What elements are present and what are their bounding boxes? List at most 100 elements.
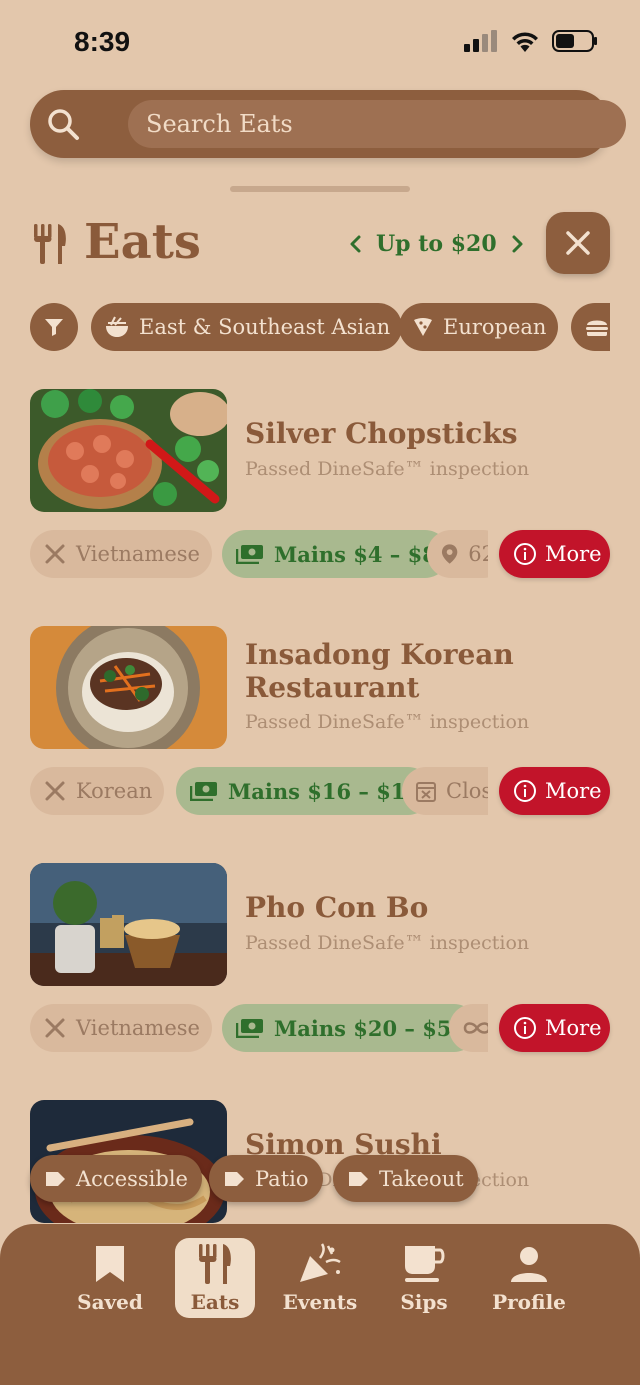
tag-icon	[349, 1171, 368, 1186]
feature-tag-accessible[interactable]: Accessible	[30, 1155, 202, 1202]
feature-tag-label: Patio	[255, 1166, 309, 1191]
location-label: 62	[468, 542, 488, 566]
more-button[interactable]: More	[499, 530, 610, 578]
chip-label: European	[443, 315, 547, 339]
feature-tag-takeout[interactable]: Takeout	[333, 1155, 478, 1202]
burger-icon	[586, 320, 608, 336]
cuisine-tag: Vietnamese	[30, 530, 212, 578]
tab-label: Eats	[190, 1290, 240, 1314]
search-input[interactable]: Search Eats	[128, 100, 626, 148]
restaurant-tags: Vietnamese Mains $20 – $50	[30, 1004, 488, 1052]
feature-tags: Accessible Patio Takeout	[30, 1155, 510, 1203]
money-icon	[236, 1019, 263, 1038]
utensils-icon	[34, 224, 66, 264]
price-filter[interactable]: Up to $20	[348, 226, 525, 262]
more-button[interactable]: More	[499, 767, 610, 815]
fork-knife-icon	[45, 544, 65, 564]
page-title: Eats	[84, 214, 201, 270]
tab-eats[interactable]: Eats	[175, 1238, 255, 1318]
bookmark-icon	[96, 1246, 124, 1282]
pizza-icon	[414, 318, 432, 336]
utensils-icon	[199, 1244, 231, 1284]
close-button[interactable]	[546, 212, 610, 274]
cuisine-tag: Vietnamese	[30, 1004, 212, 1052]
money-icon	[236, 545, 263, 564]
restaurant-card[interactable]: Pho Con Bo Passed DineSafe™ inspection V…	[30, 863, 610, 1063]
tab-label: Saved	[77, 1290, 143, 1314]
filter-icon	[45, 319, 63, 336]
tab-label: Profile	[492, 1290, 566, 1314]
more-label: More	[545, 779, 602, 803]
tag-icon	[225, 1171, 244, 1186]
sheet-grabber[interactable]	[230, 186, 410, 192]
tab-bar: Saved Eats Events Sips Profile	[0, 1224, 640, 1385]
person-icon	[511, 1247, 547, 1282]
chip-burgers[interactable]	[571, 303, 610, 351]
restaurant-card[interactable]: Silver Chopsticks Passed DineSafe™ inspe…	[30, 389, 610, 589]
tag-icon	[46, 1171, 65, 1186]
inspection-status: Passed DineSafe™ inspection	[245, 932, 530, 954]
tab-label: Events	[282, 1290, 358, 1314]
restaurant-photo	[30, 626, 227, 749]
price-label: Mains $4 – $8	[274, 541, 437, 567]
cuisine-tag: Korean	[30, 767, 165, 815]
calendar-x-icon	[416, 782, 436, 802]
restaurant-photo	[30, 389, 227, 512]
hours-label: Clos	[446, 779, 488, 803]
price-label: Mains $20 – $50	[274, 1015, 467, 1041]
price-label: Mains $16 – $18	[228, 778, 421, 804]
more-button[interactable]: More	[499, 1004, 610, 1052]
party-popper-icon	[300, 1243, 341, 1282]
more-label: More	[545, 542, 602, 566]
filter-chips: East & Southeast Asian European	[30, 303, 610, 351]
status-time: 8:39	[74, 26, 131, 57]
chip-east-southeast-asian[interactable]: East & Southeast Asian	[91, 303, 403, 351]
noodle-bowl-icon	[106, 316, 128, 337]
chevron-right-icon[interactable]	[511, 234, 525, 254]
wifi-icon	[512, 32, 538, 52]
fork-knife-icon	[45, 781, 65, 801]
tab-sips[interactable]: Sips	[379, 1238, 469, 1318]
status-bar: 8:39	[0, 0, 640, 80]
signal-icon	[464, 30, 497, 52]
chevron-left-icon[interactable]	[348, 234, 362, 254]
restaurant-card[interactable]: Insadong Korean Restaurant Passed DineSa…	[30, 626, 610, 826]
search-icon[interactable]	[46, 107, 80, 141]
cuisine-label: Korean	[76, 779, 153, 803]
price-tag: Mains $4 – $8	[222, 530, 449, 578]
feature-tag-patio[interactable]: Patio	[209, 1155, 323, 1202]
inspection-status: Passed DineSafe™ inspection	[245, 458, 530, 480]
coffee-cup-icon	[405, 1246, 445, 1282]
restaurant-tags: Vietnamese Mains $4 – $8 62	[30, 530, 488, 578]
feature-tag-label: Accessible	[76, 1166, 188, 1191]
more-label: More	[545, 1016, 602, 1040]
hours-tag: Clos	[402, 767, 488, 815]
restaurant-name: Insadong Korean Restaurant	[245, 638, 514, 704]
tab-label: Sips	[400, 1290, 448, 1314]
restaurant-name: Silver Chopsticks	[245, 417, 518, 450]
location-tag: 62	[427, 530, 488, 578]
restaurant-tags: Korean Mains $16 – $18 Clos	[30, 767, 488, 815]
eats-header: Eats Up to $20	[30, 212, 610, 278]
fork-knife-icon	[45, 1018, 65, 1038]
status-icons	[464, 30, 598, 52]
cuisine-label: Vietnamese	[76, 1016, 200, 1040]
info-icon	[514, 780, 536, 802]
tab-profile[interactable]: Profile	[484, 1238, 574, 1318]
filter-button[interactable]	[30, 303, 78, 351]
tab-saved[interactable]: Saved	[65, 1238, 155, 1318]
price-tag: Mains $20 – $50	[222, 1004, 479, 1052]
tab-events[interactable]: Events	[275, 1238, 365, 1318]
price-filter-label: Up to $20	[376, 231, 497, 257]
location-pin-icon	[441, 544, 458, 564]
restaurant-photo	[30, 863, 227, 986]
close-icon[interactable]	[546, 212, 610, 274]
search-bar[interactable]: Search Eats	[30, 90, 626, 158]
feature-tag-label: Takeout	[379, 1166, 464, 1191]
inspection-status: Passed DineSafe™ inspection	[245, 711, 530, 733]
chip-label: East & Southeast Asian	[139, 315, 391, 339]
battery-icon	[552, 30, 597, 52]
cuisine-label: Vietnamese	[76, 542, 200, 566]
chip-european[interactable]: European	[399, 303, 559, 351]
money-icon	[190, 782, 217, 801]
